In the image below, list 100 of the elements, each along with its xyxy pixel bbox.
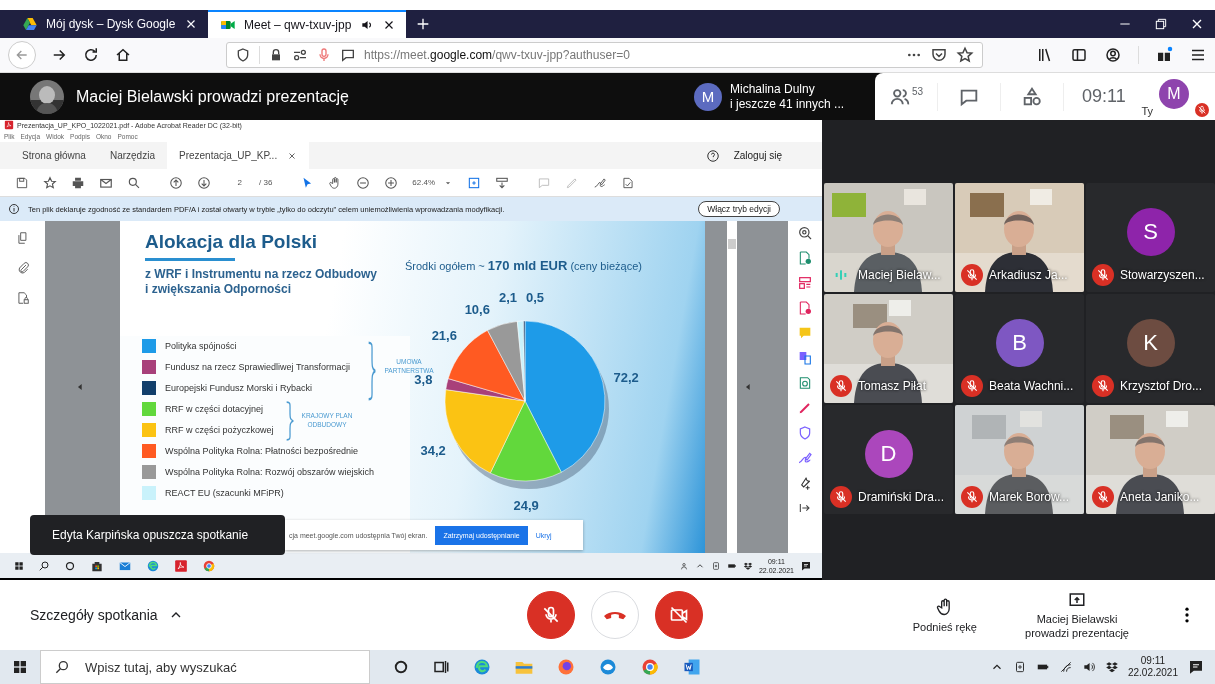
layout-icon[interactable] bbox=[797, 275, 813, 291]
avatar: K bbox=[1126, 318, 1175, 367]
url-text: https://meet.google.com/qwv-txuv-jpp?authuser=0 bbox=[364, 48, 631, 62]
present-icon bbox=[1068, 590, 1086, 609]
search-field[interactable]: Wpisz tutaj, aby wyszukać bbox=[40, 650, 370, 684]
circle-icon[interactable] bbox=[64, 559, 76, 572]
edge-icon[interactable] bbox=[472, 657, 492, 677]
browser-tab[interactable]: Meet – qwv-txuv-jpp bbox=[208, 10, 406, 38]
star-icon[interactable] bbox=[956, 46, 974, 64]
gift-icon[interactable] bbox=[1155, 46, 1173, 64]
meeting-details-link[interactable]: Szczegóły spotkania bbox=[30, 607, 158, 623]
task-view-icon[interactable] bbox=[432, 658, 450, 676]
search-icon bbox=[54, 659, 70, 675]
slide-title: Alokacja dla Polski bbox=[145, 231, 318, 253]
wifi-icon[interactable] bbox=[1058, 660, 1073, 674]
lock-document-icon[interactable] bbox=[15, 291, 30, 305]
microphone-icon[interactable] bbox=[316, 47, 332, 63]
speaker-icon[interactable] bbox=[360, 18, 374, 32]
print-icon[interactable] bbox=[71, 175, 85, 190]
star-icon[interactable] bbox=[43, 175, 57, 190]
pages-icon[interactable] bbox=[15, 231, 30, 245]
people-icon[interactable] bbox=[678, 560, 689, 571]
data-label: 34,2 bbox=[420, 442, 446, 458]
zoom-in-icon[interactable] bbox=[384, 175, 399, 190]
avatar: S bbox=[1126, 207, 1175, 256]
chrome-icon[interactable] bbox=[202, 558, 216, 573]
presentation-button[interactable]: Maciej Bielawski prowadzi prezentację bbox=[1017, 590, 1137, 640]
signature-icon[interactable] bbox=[797, 450, 813, 466]
speaker-others: i jeszcze 41 innych ... bbox=[730, 96, 845, 112]
shapes-icon[interactable] bbox=[1021, 85, 1043, 108]
page-down-icon[interactable] bbox=[197, 175, 211, 190]
document-icon[interactable] bbox=[797, 375, 813, 391]
notification-icon[interactable] bbox=[800, 559, 812, 572]
shield-icon[interactable] bbox=[235, 47, 251, 63]
firefox-icon[interactable] bbox=[556, 657, 576, 677]
scroll-icon[interactable] bbox=[495, 175, 510, 190]
usb-icon[interactable] bbox=[710, 560, 721, 571]
windows-icon[interactable] bbox=[12, 659, 28, 675]
edge-icon[interactable] bbox=[146, 558, 160, 573]
zoom-field[interactable]: 62.4% bbox=[412, 177, 454, 188]
chrome-icon[interactable] bbox=[640, 657, 660, 677]
notification-icon[interactable] bbox=[1187, 658, 1205, 676]
dropbox-icon[interactable] bbox=[1104, 660, 1119, 674]
page-up-icon[interactable] bbox=[169, 175, 183, 190]
plus-icon[interactable] bbox=[415, 16, 431, 32]
document-plus-icon[interactable] bbox=[797, 300, 813, 316]
zoom-out-icon[interactable] bbox=[356, 175, 371, 190]
document-tick-icon[interactable] bbox=[621, 175, 636, 190]
participant-name: Stowarzyszen... bbox=[1120, 268, 1205, 282]
search-icon[interactable] bbox=[127, 175, 141, 190]
participants-button[interactable]: 53 bbox=[875, 85, 937, 108]
volume-icon[interactable] bbox=[1081, 660, 1096, 674]
pocket-icon[interactable] bbox=[930, 46, 948, 64]
clock-time: 09:11 bbox=[1140, 655, 1166, 667]
participant-name: Beata Wachni... bbox=[989, 379, 1074, 393]
drive-logo-icon bbox=[22, 16, 38, 32]
shield-icon[interactable] bbox=[797, 425, 813, 441]
edit-mode-button[interactable]: Włącz tryb edycji bbox=[698, 201, 780, 217]
pdf-icon[interactable] bbox=[174, 558, 188, 573]
camera-button[interactable] bbox=[655, 591, 703, 639]
zoom-icon[interactable] bbox=[797, 225, 813, 241]
self-label: Ty bbox=[1141, 104, 1153, 117]
search-icon[interactable] bbox=[38, 559, 50, 572]
slide-subtitle: z WRF i Instrumentu na rzecz Odbudowy i zwiększania Odporności bbox=[145, 267, 378, 297]
signature-icon[interactable] bbox=[593, 175, 608, 190]
legend-label: Europejski Fundusz Morski i Rybacki bbox=[165, 382, 313, 393]
data-label: 24,9 bbox=[513, 498, 539, 513]
hang-up-button[interactable] bbox=[591, 591, 639, 639]
windows-icon[interactable] bbox=[14, 560, 24, 571]
data-label: 10,6 bbox=[464, 301, 490, 317]
pen-icon[interactable] bbox=[797, 400, 813, 416]
save-icon[interactable] bbox=[15, 175, 29, 190]
data-label: 21,6 bbox=[431, 328, 457, 344]
home-icon[interactable] bbox=[114, 46, 132, 64]
data-label: 72,2 bbox=[613, 369, 639, 385]
account-icon[interactable] bbox=[1104, 46, 1122, 64]
document-plus-icon[interactable] bbox=[797, 250, 813, 266]
speaker-name: Michalina Dulny bbox=[730, 81, 816, 97]
restore-icon[interactable] bbox=[1153, 16, 1169, 32]
fit-page-icon[interactable] bbox=[467, 175, 482, 190]
permissions-icon[interactable] bbox=[292, 47, 308, 63]
help-icon[interactable] bbox=[705, 148, 720, 163]
word-icon[interactable] bbox=[682, 657, 702, 677]
sign-in-link[interactable]: Zaloguj się bbox=[733, 150, 782, 161]
sidebar-icon[interactable] bbox=[1070, 46, 1088, 64]
raise-hand-button[interactable]: Podnieś rękę bbox=[912, 596, 977, 634]
app-tab[interactable]: Prezentacja_UP_KP... bbox=[166, 142, 310, 169]
legend-label: Polityka spójności bbox=[165, 340, 237, 351]
microphone-button[interactable] bbox=[527, 591, 575, 639]
reload-icon[interactable] bbox=[82, 46, 100, 64]
curly-brace bbox=[285, 401, 295, 441]
legend-label: Wspólna Polityka Rolna: Rozwój obszarów wiejskich bbox=[165, 466, 375, 477]
scrollbar[interactable] bbox=[727, 221, 737, 553]
clock-date: 22.02.2021 bbox=[1127, 667, 1178, 679]
circle-icon[interactable] bbox=[392, 658, 410, 676]
chat-icon[interactable] bbox=[340, 47, 356, 63]
documents-icon[interactable] bbox=[797, 350, 813, 366]
legend-label: REACT EU (szacunki MFiPR) bbox=[165, 487, 284, 498]
dropbox-icon[interactable] bbox=[742, 560, 753, 571]
address-bar[interactable]: https://meet.google.com/qwv-txuv-jpp?authuser=0 bbox=[226, 42, 983, 68]
